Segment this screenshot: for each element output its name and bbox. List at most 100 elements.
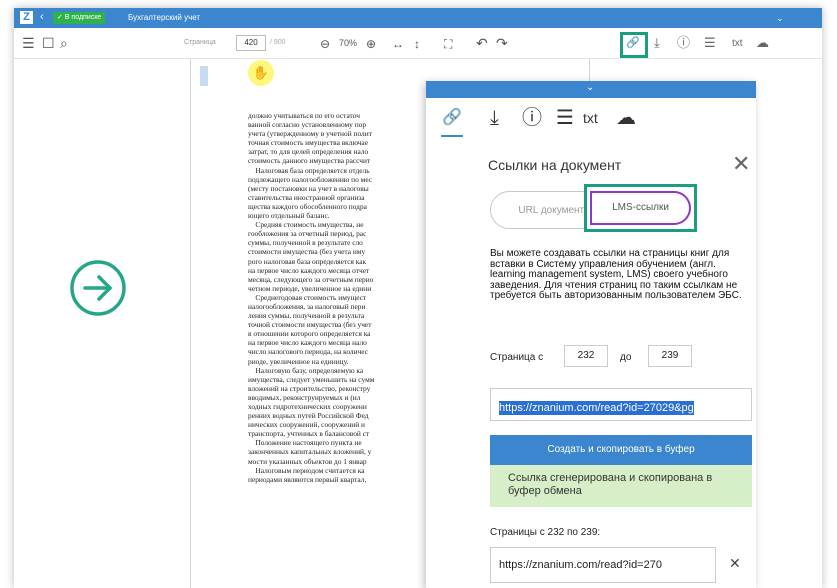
document-line: месяца, следующего за отчетным перио [248,274,374,284]
info-icon[interactable]: ⓘ [522,107,542,129]
tab-url-document[interactable]: URL документа [490,191,598,229]
document-line: Налоговым периодом считается ка [248,465,365,475]
document-line: вложений на строительство, реконстру [248,383,371,393]
page-border-left [190,59,191,588]
document-line: ванной согласно установленному пор [248,120,367,130]
document-line: точной стоимости имущества (без учет [248,320,372,330]
document-line: число налогового периода, на количес [248,347,369,357]
panel-header: ⌄ [426,81,756,98]
document-line: ющего отдельный баланс. [248,211,330,221]
document-line: (месту постановки на учет в налоговы [248,183,369,193]
document-line: налогообложения, за налоговый пери [248,301,366,311]
document-line: Налоговую базу, определяемую ка [248,365,364,375]
close-icon[interactable]: ✕ [732,151,750,177]
document-line: подлежащего налогообложению по мес [248,174,373,184]
znanium-logo[interactable]: Z [20,11,33,24]
lms-description: Вы можете создавать ссылки на страницы к… [490,248,742,301]
document-line: щества каждого обособленного подра [248,201,367,211]
bookmark-icon[interactable]: ☐ [42,35,55,51]
page-range-label: Страница с [490,352,544,363]
undo-icon[interactable]: ↶ [476,35,488,51]
redo-icon[interactable]: ↷ [496,35,508,51]
fit-width-icon[interactable]: ↔ [392,36,404,52]
txt-button[interactable]: txt [732,38,743,49]
document-line: гообложения за отчетный период, рас [248,229,367,239]
fit-height-icon[interactable]: ↕ [414,36,420,52]
document-line: должно учитываться по его остаточ [248,111,360,120]
page-label: Страница [184,39,216,46]
print-icon[interactable]: ☰ [556,107,574,129]
zoom-level: 70% [339,38,358,48]
document-line: в отношении которого определяется ка [248,329,371,339]
create-and-copy-button[interactable]: Создать и скопировать в буфер [490,435,752,465]
success-message: Ссылка сгенерирована и скопирована в буф… [490,465,752,507]
panel-icon-bar: 🔗 ⤓ ⓘ ☰ txt ☁ [426,98,756,138]
subscription-badge: ✓ В подписке [53,12,106,24]
document-page-text: должно учитываться по его остаточ ванной … [248,111,432,588]
menu-icon[interactable]: ☰ [22,35,35,51]
chevron-down-icon[interactable]: ⌄ [776,11,784,25]
document-line: рого налоговая база определяется как [248,256,367,266]
document-line: точная стоимость имущества включае [248,138,368,148]
document-line: Налоговая база определяется отдель [248,165,370,175]
result-url-field[interactable]: https://znanium.com/read?id=270 [490,547,716,583]
document-line: стоимости имущества (без учета иму [248,247,366,257]
link-icon[interactable]: 🔗 [442,107,462,129]
zoom-in-icon[interactable]: ⊕ [366,36,376,52]
hand-cursor-icon: ✋ [248,60,274,86]
document-line: ставительства иностранной организа [248,192,365,202]
download-icon[interactable]: ⤓ [490,107,499,129]
txt-button[interactable]: txt [583,110,598,126]
document-line: ходных гидротехнических сооружени [248,402,367,411]
page-total: / 900 [270,39,286,46]
document-line: вводимых, реконструируемых и (ил [248,392,361,402]
generated-url-field[interactable]: https://znanium.com/read?id=27029&pg [490,388,752,421]
document-line: на первое число каждого месяца нало [248,338,367,348]
collapse-icon[interactable]: ⌄ [586,82,594,93]
page-marker [200,66,208,86]
info-icon[interactable]: ⓘ [677,36,690,50]
document-line: периодами являются первый квартал, [248,474,367,484]
page-to-input[interactable]: 239 [648,345,692,367]
document-line: на первое число каждого месяца отчет [248,265,370,275]
page-to-label: до [620,352,632,363]
reader-toolbar: ☰ ☐ ⌕ Страница 420 / 900 ⊖ 70% ⊕ ↔ ↕ ⛶ ↶… [14,28,822,59]
tab-lms-links[interactable]: LMS-ссылки [590,191,691,225]
document-line: Средняя стоимость имущества, не [248,220,364,230]
arrow-right-circle-icon [70,260,126,316]
document-line: Положение настоящего пункта не [248,438,362,448]
document-line: Среднегодовая стоимость имущест [248,292,367,302]
document-line: суммы, полученной в результате сло [248,238,363,248]
document-line: транспорта, учтенных в балансовой ст [248,429,370,439]
document-line: нических сооружений, сооружений и [248,420,366,430]
document-title: Бухгалтерский учет [128,13,201,22]
search-icon[interactable]: ⌕ [60,35,68,51]
document-line: ления суммы, полученной в результа [248,311,365,321]
cloud-icon[interactable]: ☁ [756,36,769,50]
zoom-out-icon[interactable]: ⊖ [320,36,330,52]
title-bar: Z ‹ ✓ В подписке Бухгалтерский учет ⌄ [14,8,822,28]
document-line: законченных капитальных вложений, у [248,447,372,457]
pages-range-result-label: Страницы с 232 по 239: [490,527,601,538]
document-line: мости указанных объектов до 1 январ [248,456,367,466]
active-tab-indicator [441,135,463,137]
back-icon[interactable]: ‹ [40,11,44,24]
document-line: риоде, увеличенное на единицу. [248,356,349,366]
document-links-panel: ⌄ 🔗 ⤓ ⓘ ☰ txt ☁ Ссылки на документ ✕ URL… [426,81,756,588]
download-icon[interactable]: ⤓ [654,36,660,50]
print-icon[interactable]: ☰ [704,36,716,50]
document-line: учета (утвержденному в учетной полит [248,129,372,139]
page-from-input[interactable]: 232 [564,345,608,367]
fullscreen-icon[interactable]: ⛶ [444,36,452,52]
cloud-icon[interactable]: ☁ [616,107,636,129]
document-line: стоимость данного имущества рассчит [248,156,371,166]
clear-result-icon[interactable]: ✕ [729,555,741,572]
generated-url-text: https://znanium.com/read?id=27029&pg [499,401,694,415]
page-number-input[interactable]: 420 [236,35,266,51]
app-window: Z ‹ ✓ В подписке Бухгалтерский учет ⌄ ☰ … [14,8,822,588]
document-line: четном периоде, увеличенное на едини [248,283,372,293]
link-icon[interactable]: 🔗 [626,36,640,50]
document-line: имущества, следует уменьшить на сумм [248,374,375,384]
document-line: затрат, то для целей определения нало [248,147,369,157]
panel-title: Ссылки на документ [488,157,622,173]
